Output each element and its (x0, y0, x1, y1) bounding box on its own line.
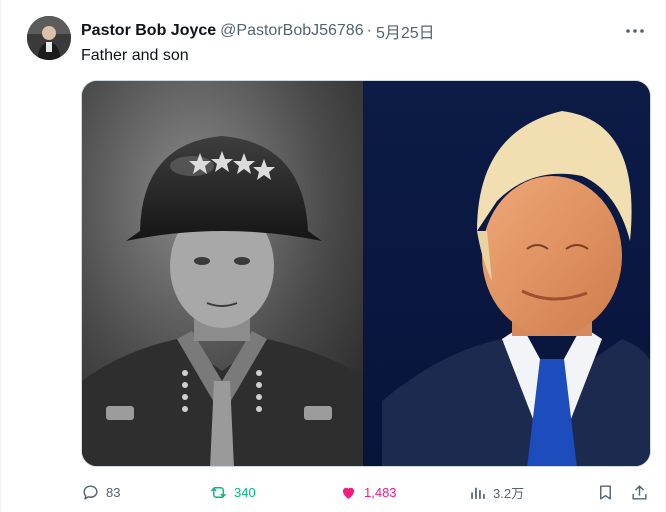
tweet-date[interactable]: 5月25日 (376, 19, 435, 43)
views-count: 3.2万 (493, 485, 525, 501)
bookmark-icon (599, 484, 611, 500)
like-button[interactable]: 1,483 (339, 480, 397, 504)
action-bar: 83 340 1,483 3.2万 (81, 480, 651, 504)
left-photo (82, 81, 363, 466)
separator-dot: · (366, 22, 372, 39)
reply-count: 83 (106, 484, 121, 500)
author-handle[interactable]: @PastorBobJ56786 (220, 22, 363, 40)
retweet-icon (210, 486, 227, 498)
retweet-count: 340 (234, 484, 256, 500)
avatar-image (27, 16, 71, 60)
share-icon (631, 484, 647, 500)
tweet-text: Father and son (81, 47, 189, 64)
bookmark-button[interactable] (593, 480, 617, 504)
heart-icon (342, 487, 355, 499)
retweet-button[interactable]: 340 (209, 480, 256, 504)
author-name[interactable]: Pastor Bob Joyce (81, 22, 216, 40)
more-icon[interactable] (623, 20, 647, 42)
right-photo (363, 81, 650, 466)
views-icon (471, 487, 485, 499)
avatar[interactable] (27, 16, 71, 60)
views-button[interactable]: 3.2万 (468, 480, 524, 504)
reply-button[interactable]: 83 (81, 480, 120, 504)
tweet-header: Pastor Bob Joyce @PastorBobJ56786 · 5月25… (81, 20, 435, 42)
tweet-media[interactable] (81, 80, 651, 467)
like-count: 1,483 (364, 484, 397, 500)
tweet: Pastor Bob Joyce @PastorBobJ56786 · 5月25… (0, 0, 666, 512)
reply-icon (83, 484, 98, 500)
share-button[interactable] (627, 480, 651, 504)
